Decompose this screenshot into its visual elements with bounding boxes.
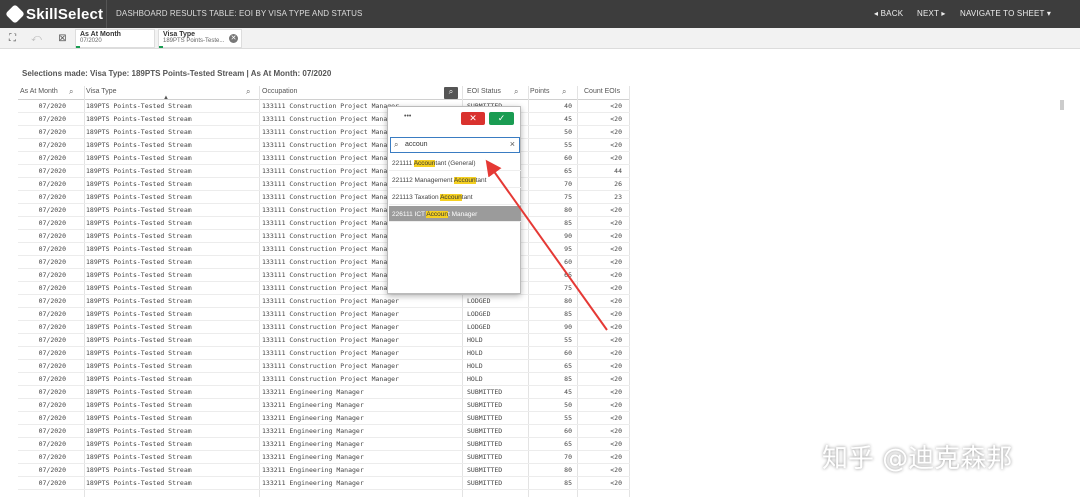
- annotation-arrow: [485, 159, 608, 331]
- zhihu-watermark: 知乎 @迪克森邦: [822, 444, 1013, 474]
